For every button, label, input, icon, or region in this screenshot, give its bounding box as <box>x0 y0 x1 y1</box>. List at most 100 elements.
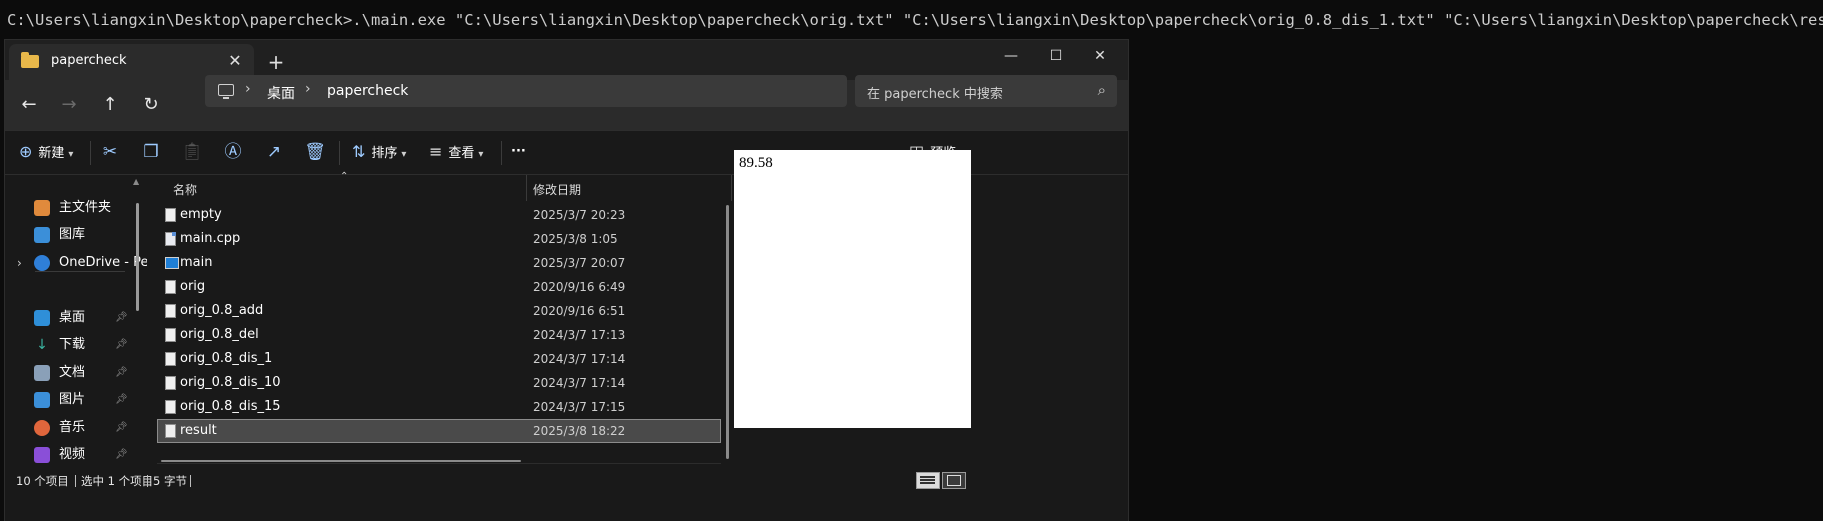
breadcrumb-papercheck[interactable]: papercheck <box>327 83 408 99</box>
file-row-orig[interactable]: orig 2020/9/16 6:49 <box>157 275 721 299</box>
column-divider[interactable] <box>526 175 527 201</box>
file-row-main-cpp[interactable]: main.cpp 2025/3/8 1:05 <box>157 227 721 251</box>
file-date: 2025/3/8 18:22 <box>533 424 626 438</box>
text-file-icon <box>165 280 176 294</box>
maximize-button[interactable]: ☐ <box>1033 40 1079 72</box>
file-name: orig_0.8_add <box>180 303 264 318</box>
pin-icon[interactable]: 📌︎ <box>115 332 128 358</box>
close-tab-button[interactable]: ✕ <box>223 49 247 73</box>
text-file-icon <box>165 400 176 414</box>
delete-icon[interactable]: 🗑︎ <box>300 139 330 165</box>
close-window-button[interactable]: ✕ <box>1077 40 1123 72</box>
file-row-orig-dis-10[interactable]: orig_0.8_dis_10 2024/3/7 17:14 <box>157 371 721 395</box>
view-button[interactable]: ≡ 查看 ▾ <box>429 139 483 165</box>
pin-icon[interactable]: 📌︎ <box>115 442 128 468</box>
file-row-empty[interactable]: empty 2025/3/7 20:23 <box>157 203 721 227</box>
file-name: orig <box>180 279 206 294</box>
new-tab-button[interactable]: + <box>262 48 290 76</box>
file-row-orig-dis-15[interactable]: orig_0.8_dis_15 2024/3/7 17:15 <box>157 395 721 419</box>
navigation-pane: ▲ 主文件夹 图库 › OneDrive - Per 桌面 📌︎ ↓ 下载 📌︎… <box>5 175 154 471</box>
sidebar-item-label: 视频 <box>59 447 86 462</box>
computer-icon <box>218 84 234 99</box>
preview-content: 89.58 <box>739 155 773 171</box>
tab-title: papercheck <box>51 53 127 68</box>
column-divider[interactable] <box>731 175 732 201</box>
file-date: 2020/9/16 6:49 <box>533 280 626 294</box>
sort-button[interactable]: ⇅ 排序 ▾ <box>352 139 406 165</box>
sidebar-divider <box>35 271 125 272</box>
chevron-right-icon[interactable]: › <box>17 250 22 276</box>
scroll-up-icon[interactable]: ▲ <box>133 177 139 186</box>
file-date: 2024/3/7 17:13 <box>533 328 626 342</box>
tiles-view-icon <box>947 475 961 486</box>
sidebar-item-home[interactable]: 主文件夹 <box>5 195 135 221</box>
file-name: orig_0.8_del <box>180 327 259 342</box>
file-date: 2024/3/7 17:14 <box>533 376 626 390</box>
file-date: 2024/3/7 17:15 <box>533 400 626 414</box>
new-button[interactable]: ⊕ 新建 ▾ <box>19 139 73 165</box>
details-view-icon <box>920 476 935 484</box>
sidebar-item-label: 下载 <box>59 337 86 352</box>
chevron-right-icon[interactable]: › <box>245 81 251 97</box>
file-row-main[interactable]: main 2025/3/7 20:07 <box>157 251 721 275</box>
preview-pane: 89.58 <box>734 150 971 428</box>
back-button[interactable]: ← <box>13 90 45 120</box>
file-row-orig-del[interactable]: orig_0.8_del 2024/3/7 17:13 <box>157 323 721 347</box>
cut-icon[interactable]: ✂ <box>95 139 125 165</box>
minimize-button[interactable]: — <box>988 40 1034 72</box>
file-list-horizontal-scrollbar[interactable] <box>161 460 521 462</box>
copy-icon[interactable]: ❐ <box>136 139 166 165</box>
tab-strip: papercheck ✕ + — ☐ ✕ <box>5 40 1128 80</box>
chevron-right-icon[interactable]: › <box>305 81 311 97</box>
details-view-button[interactable] <box>916 472 940 489</box>
file-row-orig-add[interactable]: orig_0.8_add 2020/9/16 6:51 <box>157 299 721 323</box>
view-lines-icon: ≡ <box>429 142 443 161</box>
rename-icon[interactable]: Ⓐ <box>218 139 248 165</box>
up-button[interactable]: ↑ <box>94 90 126 120</box>
sidebar-item-desktop[interactable]: 桌面 📌︎ <box>5 305 135 331</box>
paste-icon[interactable]: 📋︎ <box>177 139 207 165</box>
sidebar-item-videos[interactable]: 视频 📌︎ <box>5 442 135 468</box>
sidebar-scrollbar[interactable] <box>136 203 139 311</box>
sidebar-item-pictures[interactable]: 图片 📌︎ <box>5 387 135 413</box>
sidebar-item-gallery[interactable]: 图库 <box>5 222 135 248</box>
desktop-icon <box>34 310 50 326</box>
chevron-down-icon: ▾ <box>478 149 484 160</box>
more-options-button[interactable]: ··· <box>511 139 526 165</box>
breadcrumb-desktop[interactable]: 桌面 <box>267 83 295 103</box>
forward-button[interactable]: → <box>53 90 85 120</box>
tiles-view-button[interactable] <box>942 472 966 489</box>
sidebar-item-music[interactable]: 音乐 📌︎ <box>5 415 135 441</box>
pin-icon[interactable]: 📌︎ <box>115 415 128 441</box>
sidebar-item-label: 文档 <box>59 365 86 380</box>
status-divider <box>147 475 148 487</box>
pin-icon[interactable]: 📌︎ <box>115 360 128 386</box>
sidebar-item-documents[interactable]: 文档 📌︎ <box>5 360 135 386</box>
chevron-down-icon: ▾ <box>401 149 407 160</box>
chevron-down-icon: ▾ <box>68 149 74 160</box>
file-row-orig-dis-1[interactable]: orig_0.8_dis_1 2024/3/7 17:14 <box>157 347 721 371</box>
file-row-result[interactable]: result 2025/3/8 18:22 <box>157 419 721 443</box>
view-label: 查看 <box>448 146 475 161</box>
column-header-date[interactable]: 修改日期 <box>533 181 581 198</box>
file-list: ⌃ 名称 修改日期 empty 2025/3/7 20:23 main.cpp … <box>147 171 732 471</box>
file-list-vertical-scrollbar[interactable] <box>726 205 729 459</box>
pin-icon[interactable]: 📌︎ <box>115 387 128 413</box>
file-date: 2020/9/16 6:51 <box>533 304 626 318</box>
column-header-name[interactable]: 名称 <box>173 181 197 198</box>
plus-circle-icon: ⊕ <box>19 142 33 161</box>
search-box[interactable]: 在 papercheck 中搜索 ⌕ <box>855 75 1117 107</box>
file-name: main.cpp <box>180 231 241 246</box>
pin-icon[interactable]: 📌︎ <box>115 305 128 331</box>
sidebar-item-downloads[interactable]: ↓ 下载 📌︎ <box>5 332 135 358</box>
music-icon <box>34 420 50 436</box>
sort-label: 排序 <box>371 146 398 161</box>
sidebar-item-onedrive[interactable]: › OneDrive - Per <box>5 250 154 276</box>
refresh-button[interactable]: ↻ <box>135 90 167 120</box>
terminal-command-line: C:\Users\liangxin\Desktop\papercheck>.\m… <box>7 11 1823 29</box>
file-name: orig_0.8_dis_10 <box>180 375 281 390</box>
share-icon[interactable]: ↗ <box>259 139 289 165</box>
address-bar[interactable]: › 桌面 › papercheck <box>205 75 847 107</box>
item-count: 10 个项目 <box>16 474 69 488</box>
folder-icon <box>21 52 39 68</box>
